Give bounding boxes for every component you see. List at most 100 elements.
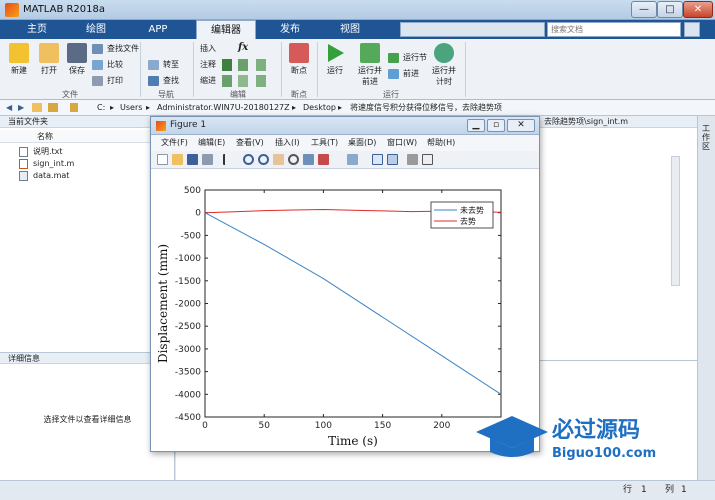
address-bar[interactable]: ◀ ▶ C: ▸ Users ▸ Administrator.WIN7U-201… xyxy=(0,100,715,116)
new-button[interactable]: 新建 xyxy=(4,41,34,76)
wrap-comment-icon[interactable] xyxy=(238,59,248,71)
figure-close-button[interactable]: ✕ xyxy=(507,119,535,132)
file-item[interactable]: 说明.txt xyxy=(19,146,63,158)
uncomment-icon[interactable] xyxy=(256,59,266,71)
ribbon-tab-row: 主页 绘图 APP 编辑器 发布 视图 搜索文档 xyxy=(0,20,715,40)
line-chart[interactable]: 0 50 100 150 200 500 0 -500 -1000 -1500 -2000 -2500… xyxy=(151,170,539,451)
y-tick-label: -1500 xyxy=(175,277,201,287)
figure-menu-file[interactable]: 文件(F) xyxy=(161,135,188,151)
clock-icon xyxy=(434,43,454,63)
path-segment[interactable]: Administrator.WIN7U-20180127Z xyxy=(157,100,290,115)
goto-button[interactable]: 转至 xyxy=(148,59,179,71)
brush-icon[interactable] xyxy=(318,154,329,165)
print-figure-icon[interactable] xyxy=(202,154,213,165)
breakpoints-button[interactable]: 断点 xyxy=(286,41,312,76)
browse-folder-icon[interactable] xyxy=(48,103,58,112)
run-advance-icon xyxy=(360,43,380,63)
run-and-time-button[interactable]: 运行并 计时 xyxy=(428,41,460,87)
window-title: MATLAB R2018a xyxy=(23,4,106,15)
close-button[interactable]: ✕ xyxy=(683,1,713,18)
workspace-side-strip[interactable]: 工作区 xyxy=(697,116,715,480)
up-folder-icon[interactable] xyxy=(32,103,42,112)
path-segment[interactable]: Desktop xyxy=(303,100,336,115)
insert-button[interactable]: 插入 xyxy=(200,43,216,55)
figure-title: Figure 1 xyxy=(170,120,207,130)
figure-menu-help[interactable]: 帮助(H) xyxy=(427,135,455,151)
run-and-advance-button[interactable]: 运行并 前进 xyxy=(354,41,386,87)
new-figure-icon[interactable] xyxy=(157,154,168,165)
path-separator: ▸ xyxy=(292,103,297,112)
path-segment[interactable]: 将速度信号积分获得位移信号，去除趋势项 xyxy=(350,100,502,115)
file-item[interactable]: sign_int.m xyxy=(19,158,74,170)
back-arrow-icon[interactable]: ◀ xyxy=(6,100,12,115)
y-tick-label: -3000 xyxy=(175,345,201,355)
figure-menu-edit[interactable]: 编辑(E) xyxy=(198,135,225,151)
path-segment[interactable]: C: xyxy=(97,100,105,115)
open-file-icon[interactable] xyxy=(172,154,183,165)
decrease-indent-icon[interactable] xyxy=(238,75,248,87)
tab-publish[interactable]: 发布 xyxy=(262,20,318,39)
link-plot-icon[interactable] xyxy=(347,154,358,165)
forward-arrow-icon[interactable]: ▶ xyxy=(18,100,24,115)
comment-button[interactable]: 注释 xyxy=(200,59,216,71)
advance-button[interactable]: 前进 xyxy=(388,68,419,80)
increase-indent-icon[interactable] xyxy=(256,75,266,87)
minimize-button[interactable]: — xyxy=(631,1,657,18)
tab-apps[interactable]: APP xyxy=(130,20,186,39)
zoom-out-icon[interactable] xyxy=(258,154,269,165)
pan-hand-icon[interactable] xyxy=(273,154,284,165)
tab-home[interactable]: 主页 xyxy=(14,20,60,39)
collapse-ribbon-icon[interactable] xyxy=(684,22,700,37)
rotate-3d-icon[interactable] xyxy=(288,154,299,165)
figure-menu-view[interactable]: 查看(V) xyxy=(236,135,264,151)
name-column-header[interactable]: 名称 xyxy=(0,130,175,143)
path-segment[interactable]: Users xyxy=(120,100,142,115)
figure-menu-tools[interactable]: 工具(T) xyxy=(311,135,338,151)
goto-icon xyxy=(148,60,159,70)
save-button[interactable]: 保存 xyxy=(62,41,92,76)
figure-window[interactable]: Figure 1 ▁ ▫ ✕ 文件(F) 编辑(E) 查看(V) 插入(I) 工… xyxy=(150,116,540,452)
figure-menu-window[interactable]: 窗口(W) xyxy=(387,135,417,151)
figure-menu-insert[interactable]: 插入(I) xyxy=(275,135,300,151)
quick-access-toolbar[interactable] xyxy=(400,22,545,37)
tab-view[interactable]: 视图 xyxy=(322,20,378,39)
run-button[interactable]: 运行 xyxy=(322,41,348,76)
row-label: 行 xyxy=(623,485,633,495)
search-documentation-input[interactable]: 搜索文档 xyxy=(547,22,681,37)
compare-button[interactable]: 比较 xyxy=(92,59,123,71)
watermark: 必过源码 Biguo100.com xyxy=(472,410,672,470)
tab-editor[interactable]: 编辑器 xyxy=(196,20,256,40)
pointer-icon[interactable] xyxy=(223,154,229,165)
find-button[interactable]: 查找 xyxy=(148,75,179,87)
plot-area[interactable]: 0 50 100 150 200 500 0 -500 -1000 -1500 -2000 -2500… xyxy=(151,170,539,451)
save-figure-icon[interactable] xyxy=(187,154,198,165)
show-plot-tools-icon[interactable] xyxy=(422,154,433,165)
maximize-button[interactable]: □ xyxy=(657,1,683,18)
smart-indent-icon[interactable] xyxy=(222,75,232,87)
editor-scrollbar[interactable] xyxy=(671,156,680,286)
tab-plots[interactable]: 绘图 xyxy=(70,20,122,39)
current-folder-title: 当前文件夹 xyxy=(0,116,174,128)
indent-button[interactable]: 缩进 xyxy=(200,75,216,87)
legend-icon[interactable] xyxy=(387,154,398,165)
group-label-navigate: 导航 xyxy=(158,90,174,99)
fx-insert-function-button[interactable]: fx xyxy=(238,42,248,54)
data-cursor-icon[interactable] xyxy=(303,154,314,165)
file-item[interactable]: data.mat xyxy=(19,170,69,182)
print-icon xyxy=(92,76,103,86)
run-section-icon xyxy=(388,53,399,63)
run-section-button[interactable]: 运行节 xyxy=(388,52,427,64)
figure-menu-desktop[interactable]: 桌面(D) xyxy=(348,135,376,151)
y-tick-label: -500 xyxy=(181,231,202,241)
figure-maximize-button[interactable]: ▫ xyxy=(487,119,505,132)
open-button[interactable]: 打开 xyxy=(34,41,64,76)
hide-plot-tools-icon[interactable] xyxy=(407,154,418,165)
path-separator: ▸ xyxy=(338,103,343,112)
find-files-button[interactable]: 查找文件 xyxy=(92,43,139,55)
figure-minimize-button[interactable]: ▁ xyxy=(467,119,485,132)
colorbar-icon[interactable] xyxy=(372,154,383,165)
print-button[interactable]: 打印 xyxy=(92,75,123,87)
percent-comment-icon[interactable] xyxy=(222,59,232,71)
zoom-in-icon[interactable] xyxy=(243,154,254,165)
group-label-file: 文件 xyxy=(62,90,78,99)
